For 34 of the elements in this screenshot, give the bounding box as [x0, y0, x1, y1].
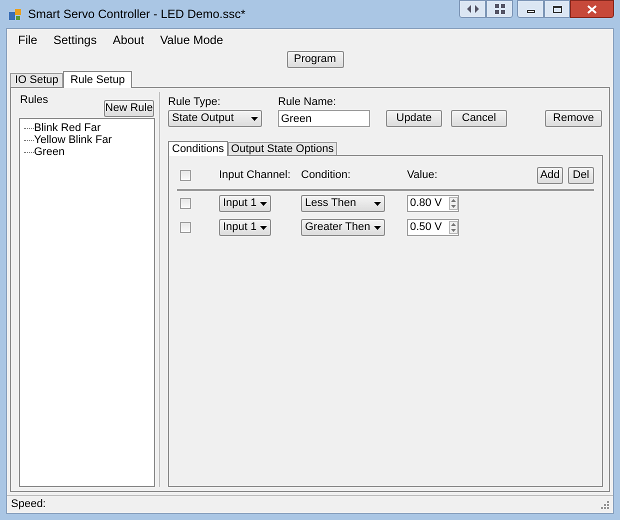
status-label: Speed:: [11, 497, 46, 512]
condition-dropdown[interactable]: Less Then: [301, 195, 385, 212]
remove-button[interactable]: Remove: [545, 110, 602, 127]
add-button[interactable]: Add: [537, 167, 563, 184]
condition-dropdown[interactable]: Greater Then: [301, 219, 385, 236]
tree-item[interactable]: Yellow Blink Far: [34, 134, 112, 146]
menu-item[interactable]: Settings: [46, 31, 104, 49]
new-rule-button[interactable]: New Rule: [104, 100, 154, 117]
tab[interactable]: IO Setup: [10, 73, 64, 87]
action-button[interactable]: Cancel: [451, 110, 507, 127]
window-title: Smart Servo Controller - LED Demo.ssc*: [28, 6, 246, 23]
value-spinner[interactable]: 0.80 V: [407, 195, 459, 212]
column-header: Value:: [407, 168, 438, 184]
rule-name-field[interactable]: Green: [278, 110, 370, 127]
tab[interactable]: Rule Setup: [63, 71, 132, 88]
tree-item[interactable]: Green: [34, 146, 65, 158]
tab[interactable]: Output State Options: [228, 142, 337, 155]
tab[interactable]: Conditions: [168, 141, 228, 156]
value-spinner[interactable]: 0.50 V: [407, 219, 459, 236]
delete-button[interactable]: Del: [568, 167, 594, 184]
column-header: Input Channel:: [219, 168, 292, 184]
channel-dropdown[interactable]: Input 1: [219, 195, 271, 212]
menu-item[interactable]: File: [11, 31, 44, 49]
column-header: Condition:: [301, 168, 352, 184]
program-button[interactable]: Program: [286, 51, 344, 68]
channel-dropdown[interactable]: Input 1: [219, 219, 271, 236]
rule-type-label: Rule Type:: [168, 94, 222, 110]
rule-name-label: Rule Name:: [278, 94, 338, 110]
tree-item[interactable]: Blink Red Far: [34, 122, 101, 134]
rules-label: Rules: [20, 93, 48, 108]
menu-item[interactable]: Value Mode: [153, 31, 230, 49]
menu-item[interactable]: About: [106, 31, 152, 49]
rule-type-dropdown[interactable]: State Output: [168, 110, 262, 127]
action-button[interactable]: Update: [386, 110, 442, 127]
